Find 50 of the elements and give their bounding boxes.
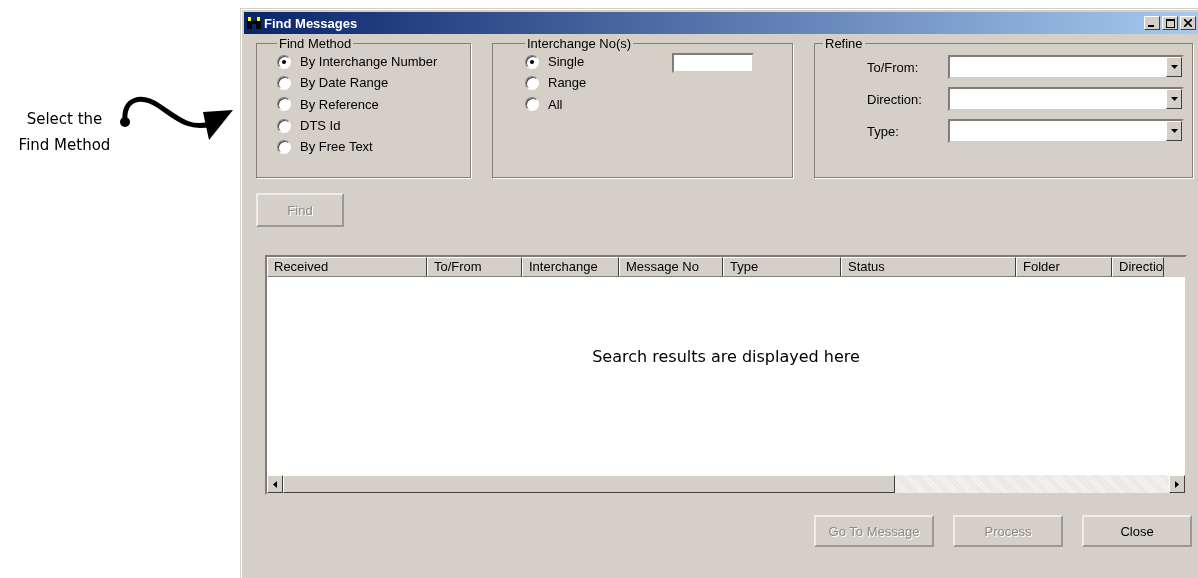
radio-option[interactable]: DTS Id: [277, 114, 462, 137]
window-title: Find Messages: [264, 15, 359, 31]
radio-option[interactable]: By Date Range: [277, 72, 462, 94]
dropdown-field[interactable]: [948, 119, 1184, 143]
radio-option[interactable]: By Interchange Number: [277, 51, 462, 73]
radio-label: By Reference: [300, 96, 379, 112]
group-label: Find Method: [278, 36, 353, 51]
column-header[interactable]: Directio: [1112, 257, 1165, 277]
radio-option[interactable]: Single: [525, 51, 587, 73]
interchange-input-field[interactable]: [672, 53, 755, 73]
radio-label: By Free Text: [300, 139, 373, 155]
radio-label: DTS Id: [300, 118, 341, 134]
column-header[interactable]: Received: [267, 257, 427, 277]
column-header[interactable]: To/From: [427, 257, 522, 277]
radio-label: All: [548, 96, 563, 112]
column-header[interactable]: Message No: [619, 257, 723, 277]
horizontal-scrollbar[interactable]: [267, 475, 1185, 493]
radio-option[interactable]: All: [525, 93, 587, 115]
dropdown-arrow-icon: [1170, 97, 1178, 101]
column-header[interactable]: Folder: [1016, 257, 1112, 277]
close-button[interactable]: [1180, 16, 1196, 30]
radio-option[interactable]: By Free Text: [277, 136, 462, 158]
field-label: Direction:: [866, 91, 923, 107]
dropdown-field[interactable]: [948, 55, 1184, 79]
scroll-left-icon: [273, 480, 277, 488]
dropdown-field[interactable]: [948, 87, 1184, 111]
radio-option[interactable]: Range: [525, 72, 587, 94]
binoculars-icon: [247, 17, 261, 29]
maximize-button[interactable]: [1162, 16, 1178, 30]
radio-label: By Interchange Number: [300, 54, 438, 70]
group-label: Interchange No(s): [526, 36, 633, 51]
annotation-text: Select the Find Method: [17, 109, 112, 156]
dropdown-arrow-icon: [1170, 129, 1178, 133]
close-icon: [1184, 19, 1192, 27]
dropdown-arrow-icon: [1170, 65, 1178, 69]
radio-label: Single: [548, 54, 585, 70]
field-label: To/From:: [866, 59, 920, 75]
minimize-button[interactable]: [1144, 16, 1160, 30]
column-header[interactable]: Status: [841, 257, 1016, 277]
field-label: Type:: [866, 123, 900, 139]
maximize-icon: [1165, 18, 1175, 28]
column-header[interactable]: Interchange: [522, 257, 619, 277]
column-header[interactable]: Type: [723, 257, 841, 277]
dialog-button[interactable]: Close: [1082, 515, 1192, 547]
radio-label: By Date Range: [300, 75, 389, 91]
scroll-right-icon: [1175, 480, 1179, 488]
radio-label: Range: [548, 75, 587, 91]
results-note: Search results are displayed here: [592, 347, 860, 367]
group-label: Refine: [824, 36, 864, 51]
radio-option[interactable]: By Reference: [277, 93, 462, 115]
